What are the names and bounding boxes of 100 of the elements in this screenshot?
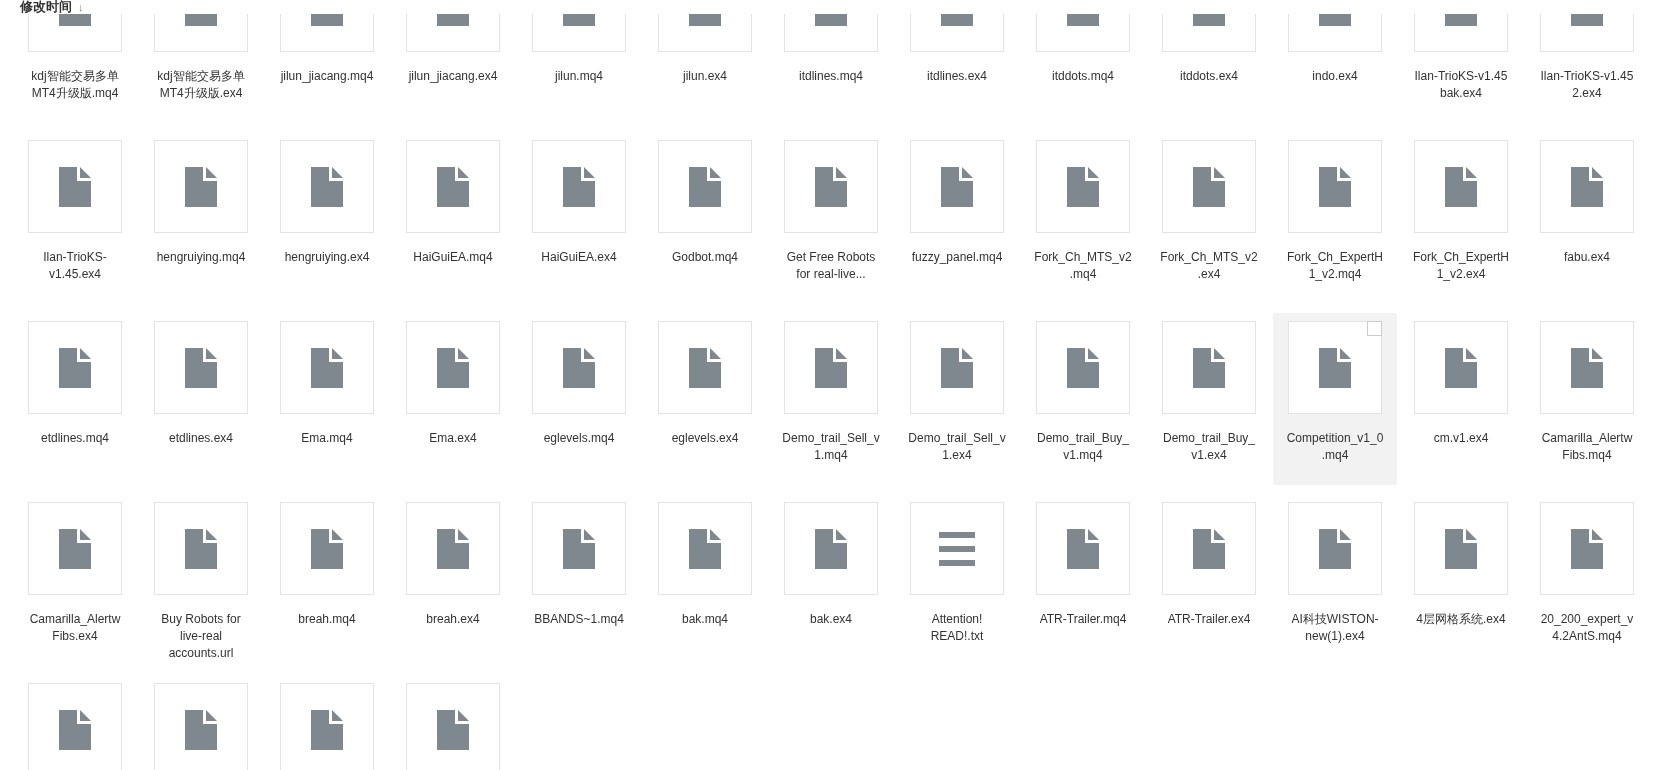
file-name[interactable]: Fork_Ch_MTS_v2.ex4: [1160, 249, 1258, 283]
file-thumbnail[interactable]: [1540, 502, 1634, 595]
file-thumbnail[interactable]: [1540, 321, 1634, 414]
file-thumbnail[interactable]: [28, 140, 122, 233]
file-tile[interactable]: ATR-Trailer.ex4: [1147, 494, 1271, 666]
file-name[interactable]: itdlines.mq4: [782, 68, 880, 85]
file-thumbnail[interactable]: [658, 502, 752, 595]
file-tile[interactable]: ATR-Trailer.mq4: [1021, 494, 1145, 666]
file-name[interactable]: ATR-Trailer.ex4: [1160, 611, 1258, 628]
file-thumbnail[interactable]: [28, 321, 122, 414]
file-name[interactable]: ATR-Trailer.mq4: [1034, 611, 1132, 628]
file-thumbnail[interactable]: [28, 502, 122, 595]
file-name[interactable]: kdj智能交易多单MT4升级版.ex4: [152, 68, 250, 102]
file-tile[interactable]: jilun_jiacang.ex4: [391, 14, 515, 123]
file-tile[interactable]: breah.ex4: [391, 494, 515, 666]
file-thumbnail[interactable]: [154, 140, 248, 233]
file-tile[interactable]: jilun.mq4: [517, 14, 641, 123]
file-thumbnail[interactable]: [280, 321, 374, 414]
file-thumbnail[interactable]: [1288, 140, 1382, 233]
file-name[interactable]: etdlines.mq4: [26, 430, 124, 447]
file-tile[interactable]: Ema.ex4: [391, 313, 515, 485]
file-tile[interactable]: itddots.mq4: [1021, 14, 1145, 123]
file-tile[interactable]: Ilan-TrioKS-v1.45 bak.ex4: [1399, 14, 1523, 123]
file-name[interactable]: bak.mq4: [656, 611, 754, 628]
file-name[interactable]: Demo_trail_Buy_v1.ex4: [1160, 430, 1258, 464]
file-name[interactable]: 20_200_expert_v4.2AntS.mq4: [1538, 611, 1636, 645]
file-tile[interactable]: indo.ex4: [1273, 14, 1397, 123]
file-name[interactable]: Demo_trail_Sell_v1.mq4: [782, 430, 880, 464]
sort-arrow-icon[interactable]: ↓: [78, 1, 84, 13]
file-name[interactable]: eglevels.ex4: [656, 430, 754, 447]
file-tile[interactable]: etdlines.mq4: [13, 313, 137, 485]
file-name[interactable]: jilun.ex4: [656, 68, 754, 85]
file-name[interactable]: eglevels.mq4: [530, 430, 628, 447]
file-thumbnail[interactable]: [1414, 502, 1508, 595]
file-tile[interactable]: Fork_Ch_MTS_v2.ex4: [1147, 132, 1271, 304]
file-thumbnail[interactable]: [1162, 502, 1256, 595]
file-name[interactable]: Ilan-TrioKS-v1.45 2.ex4: [1538, 68, 1636, 102]
file-tile[interactable]: Camarilla_AlertwFibs.mq4: [1525, 313, 1649, 485]
file-thumbnail[interactable]: [406, 683, 500, 770]
file-name[interactable]: HaiGuiEA.mq4: [404, 249, 502, 266]
file-tile[interactable]: Attention! READ!.txt: [895, 494, 1019, 666]
file-thumbnail[interactable]: [532, 502, 626, 595]
file-name[interactable]: jilun.mq4: [530, 68, 628, 85]
file-name[interactable]: cm.v1.ex4: [1412, 430, 1510, 447]
file-thumbnail[interactable]: [658, 321, 752, 414]
file-tile[interactable]: jilun.ex4: [643, 14, 767, 123]
file-name[interactable]: AI科技WISTON-new(1).ex4: [1286, 611, 1384, 645]
select-checkbox[interactable]: [1367, 321, 1382, 336]
file-tile[interactable]: HaiGuiEA.mq4: [391, 132, 515, 304]
file-tile[interactable]: bak.ex4: [769, 494, 893, 666]
file-name[interactable]: jilun_jiacang.mq4: [278, 68, 376, 85]
file-tile[interactable]: Fork_Ch_MTS_v2.mq4: [1021, 132, 1145, 304]
file-tile[interactable]: BBANDS~1.mq4: [517, 494, 641, 666]
file-thumbnail[interactable]: [1036, 502, 1130, 595]
file-name[interactable]: Attention! READ!.txt: [908, 611, 1006, 645]
file-name[interactable]: etdlines.ex4: [152, 430, 250, 447]
file-thumbnail[interactable]: [154, 683, 248, 770]
file-name[interactable]: Competition_v1_0.mq4: [1286, 430, 1384, 464]
file-tile[interactable]: jilun_jiacang.mq4: [265, 14, 389, 123]
file-tile[interactable]: hengruiying.mq4: [139, 132, 263, 304]
file-tile[interactable]: Competition_v1_0.mq4: [1273, 313, 1397, 485]
file-tile[interactable]: Demo_trail_Buy_v1.ex4: [1147, 313, 1271, 485]
file-tile[interactable]: itddots.ex4: [1147, 14, 1271, 123]
file-name[interactable]: Godbot.mq4: [656, 249, 754, 266]
file-tile[interactable]: 4层网格系统.ex4: [1399, 494, 1523, 666]
file-thumbnail[interactable]: [532, 140, 626, 233]
file-name[interactable]: fuzzy_panel.mq4: [908, 249, 1006, 266]
file-tile[interactable]: Ilan-TrioKS-v1.45 2.ex4: [1525, 14, 1649, 123]
file-thumbnail[interactable]: [910, 140, 1004, 233]
file-tile[interactable]: Get Free Robots for real-live...: [769, 132, 893, 304]
file-tile[interactable]: cm.v1.ex4: [1399, 313, 1523, 485]
file-thumbnail[interactable]: [406, 502, 500, 595]
file-name[interactable]: indo.ex4: [1286, 68, 1384, 85]
file-tile[interactable]: etdlines.ex4: [139, 313, 263, 485]
file-tile[interactable]: Fork_Ch_ExpertH1_v2.mq4: [1273, 132, 1397, 304]
file-thumbnail[interactable]: [784, 321, 878, 414]
file-thumbnail[interactable]: [910, 321, 1004, 414]
file-tile[interactable]: itdlines.mq4: [769, 14, 893, 123]
file-tile[interactable]: fuzzy_panel.mq4: [895, 132, 1019, 304]
file-name[interactable]: Fork_Ch_MTS_v2.mq4: [1034, 249, 1132, 283]
file-tile[interactable]: Buy Robots for live-real accounts.url: [139, 494, 263, 666]
file-thumbnail[interactable]: [784, 502, 878, 595]
file-name[interactable]: itdlines.ex4: [908, 68, 1006, 85]
file-name[interactable]: hengruiying.ex4: [278, 249, 376, 266]
file-thumbnail[interactable]: [784, 140, 878, 233]
file-tile[interactable]: breah.mq4: [265, 494, 389, 666]
file-tile[interactable]: Ema.mq4: [265, 313, 389, 485]
file-tile[interactable]: kdj智能交易多单MT4升级版.ex4: [139, 14, 263, 123]
file-thumbnail[interactable]: [406, 140, 500, 233]
file-tile[interactable]: eglevels.ex4: [643, 313, 767, 485]
file-tile[interactable]: 20_200_expert_v4.2AntS.mq4: [1525, 494, 1649, 666]
file-thumbnail[interactable]: [532, 321, 626, 414]
file-thumbnail[interactable]: [28, 683, 122, 770]
file-name[interactable]: hengruiying.mq4: [152, 249, 250, 266]
file-thumbnail[interactable]: [1036, 321, 1130, 414]
file-thumbnail[interactable]: [1288, 321, 1382, 414]
file-thumbnail[interactable]: [280, 140, 374, 233]
file-name[interactable]: itddots.ex4: [1160, 68, 1258, 85]
file-tile[interactable]: itdlines.ex4: [895, 14, 1019, 123]
file-thumbnail[interactable]: [658, 140, 752, 233]
